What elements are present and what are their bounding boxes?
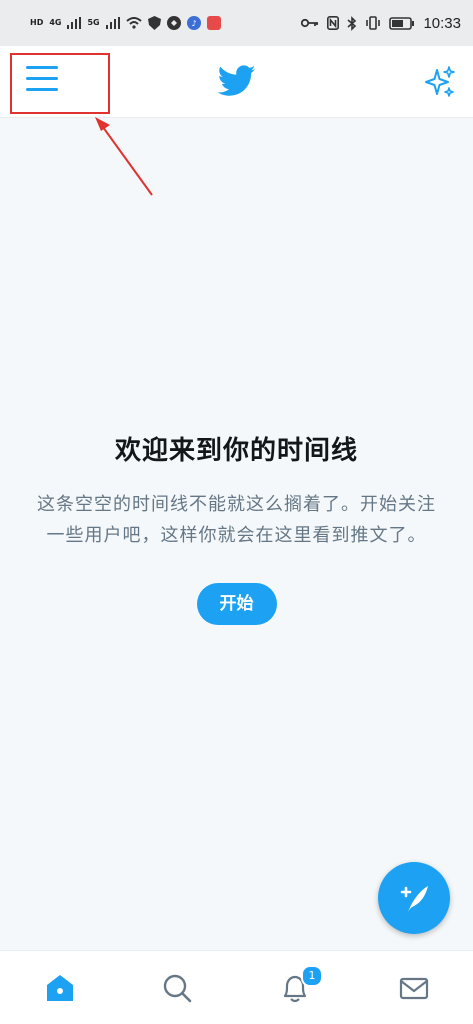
signal-icon bbox=[105, 17, 120, 29]
twitter-bird-icon bbox=[218, 65, 256, 96]
empty-description: 这条空空的时间线不能就这么搁着了。开始关注一些用户吧，这样你就会在这里看到推文了… bbox=[37, 494, 436, 546]
empty-timeline: 欢迎来到你的时间线 这条空空的时间线不能就这么搁着了。开始关注一些用户吧，这样你… bbox=[0, 430, 473, 625]
shield-icon bbox=[147, 16, 161, 30]
notification-badge: 1 bbox=[301, 965, 323, 987]
bluetooth-icon bbox=[347, 15, 357, 31]
empty-title: 欢迎来到你的时间线 bbox=[114, 436, 358, 466]
app-icon bbox=[206, 16, 221, 30]
compose-tweet-icon bbox=[400, 886, 428, 912]
network-5g-label: 5G bbox=[87, 18, 100, 27]
bottom-navigation: 1 bbox=[0, 950, 473, 1024]
network-4g-label: 4G bbox=[49, 18, 62, 27]
wifi-icon bbox=[125, 17, 142, 29]
start-button[interactable]: 开始 bbox=[196, 583, 277, 625]
app-icon bbox=[166, 16, 181, 30]
battery-icon bbox=[389, 16, 415, 30]
clock: 10:33 bbox=[423, 14, 461, 32]
sparkle-icon[interactable] bbox=[422, 64, 458, 100]
nfc-icon bbox=[327, 16, 340, 30]
hd-label: HD bbox=[30, 18, 44, 27]
annotation-highlight-box bbox=[10, 53, 110, 114]
status-left: HD 4G 5G ♪ bbox=[30, 16, 301, 30]
app-icon: ♪ bbox=[186, 16, 201, 30]
annotation-arrow-icon bbox=[95, 117, 153, 196]
screen: HD 4G 5G ♪ 10:33 欢迎来到你的时间线 这条空空的时间线不能就这么… bbox=[0, 0, 473, 1024]
status-right: 10:33 bbox=[301, 15, 461, 32]
compose-tweet-button[interactable] bbox=[378, 862, 450, 934]
home-icon[interactable] bbox=[43, 971, 77, 1005]
search-icon[interactable] bbox=[160, 971, 194, 1005]
key-icon bbox=[301, 18, 319, 28]
signal-icon bbox=[67, 17, 82, 29]
mail-icon[interactable] bbox=[397, 971, 431, 1005]
vibrate-icon bbox=[366, 16, 381, 30]
status-bar: HD 4G 5G ♪ 10:33 bbox=[0, 0, 473, 46]
svg-text:♪: ♪ bbox=[191, 19, 196, 28]
